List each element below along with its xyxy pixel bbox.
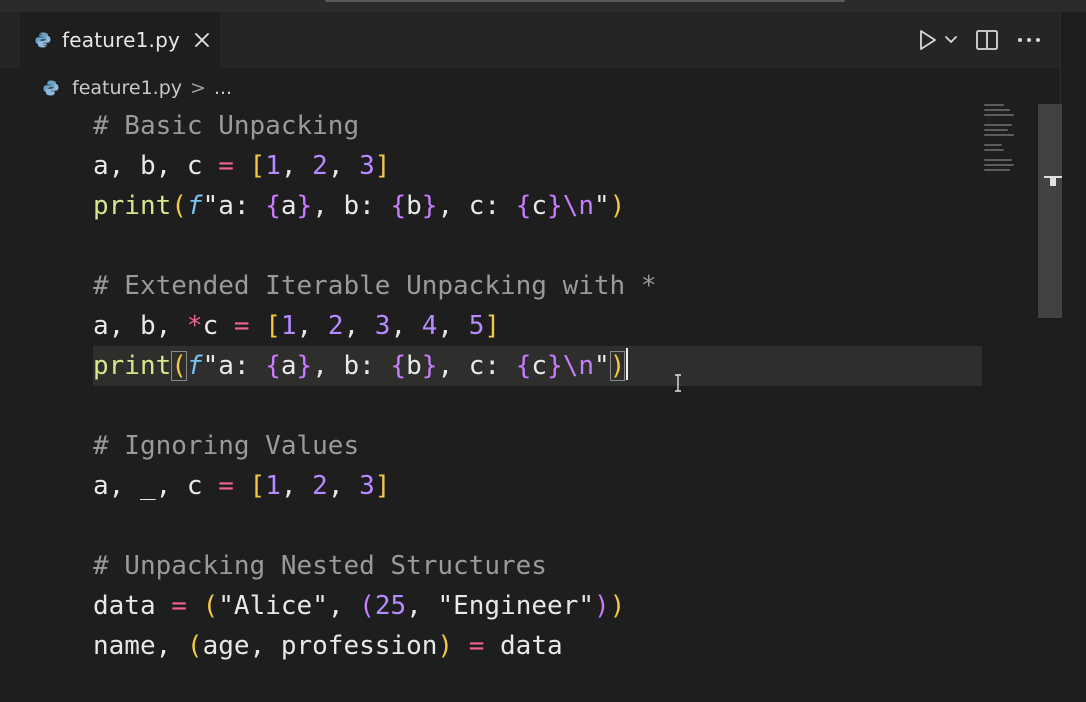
editor-window: feature1.py feature1.py > ... # Basic Un… bbox=[0, 0, 1086, 702]
tab-feature1[interactable]: feature1.py bbox=[20, 12, 220, 68]
code-editor[interactable]: # Basic Unpacking a, b, c = [1, 2, 3] prin… bbox=[0, 104, 1040, 702]
vertical-scrollbar-thumb[interactable] bbox=[1038, 104, 1062, 318]
code-line[interactable]: a, b, *c = [1, 2, 3, 4, 5] bbox=[93, 306, 657, 346]
split-editor-icon bbox=[976, 30, 998, 50]
window-drag-handle[interactable] bbox=[325, 0, 845, 2]
minimap[interactable] bbox=[984, 104, 1020, 174]
chevron-down-icon[interactable] bbox=[944, 35, 958, 45]
play-icon bbox=[920, 30, 936, 50]
scrollbar-cursor-marker bbox=[1044, 176, 1062, 186]
breadcrumb: feature1.py > ... bbox=[42, 74, 232, 102]
code-content[interactable]: # Basic Unpacking a, b, c = [1, 2, 3] prin… bbox=[93, 106, 657, 666]
code-line[interactable]: a, b, c = [1, 2, 3] bbox=[93, 146, 657, 186]
breadcrumb-file[interactable]: feature1.py bbox=[72, 77, 182, 99]
code-line[interactable] bbox=[93, 386, 657, 426]
window-right-edge bbox=[1060, 12, 1086, 702]
code-line[interactable]: # Basic Unpacking bbox=[93, 106, 657, 146]
run-button[interactable] bbox=[918, 27, 958, 53]
code-line[interactable]: # Ignoring Values bbox=[93, 426, 657, 466]
more-actions-button[interactable] bbox=[1016, 27, 1042, 53]
code-line[interactable]: a, _, c = [1, 2, 3] bbox=[93, 466, 657, 506]
code-line[interactable]: # Extended Iterable Unpacking with * bbox=[93, 266, 657, 306]
tab-label: feature1.py bbox=[62, 28, 181, 52]
more-actions-icon bbox=[1018, 38, 1040, 42]
python-icon bbox=[43, 80, 59, 96]
text-cursor-icon bbox=[675, 374, 681, 392]
python-icon bbox=[35, 32, 51, 48]
code-line[interactable]: data = ("Alice", (25, "Engineer")) bbox=[93, 586, 657, 626]
code-line[interactable] bbox=[93, 226, 657, 266]
window-top-strip bbox=[0, 0, 1086, 12]
code-line[interactable]: name, (age, profession) = data bbox=[93, 626, 657, 666]
code-line[interactable]: print(f"a: {a}, b: {b}, c: {c}\n") bbox=[93, 346, 657, 386]
text-caret bbox=[626, 348, 629, 380]
split-editor-button[interactable] bbox=[974, 27, 1000, 53]
tab-bar: feature1.py bbox=[0, 12, 1086, 68]
breadcrumb-separator: > bbox=[190, 77, 206, 99]
code-line[interactable] bbox=[93, 506, 657, 546]
code-line[interactable]: # Unpacking Nested Structures bbox=[93, 546, 657, 586]
breadcrumb-more[interactable]: ... bbox=[214, 77, 232, 99]
close-icon[interactable] bbox=[194, 32, 210, 48]
editor-toolbar bbox=[918, 26, 1042, 54]
code-line[interactable]: print(f"a: {a}, b: {b}, c: {c}\n") bbox=[93, 186, 657, 226]
